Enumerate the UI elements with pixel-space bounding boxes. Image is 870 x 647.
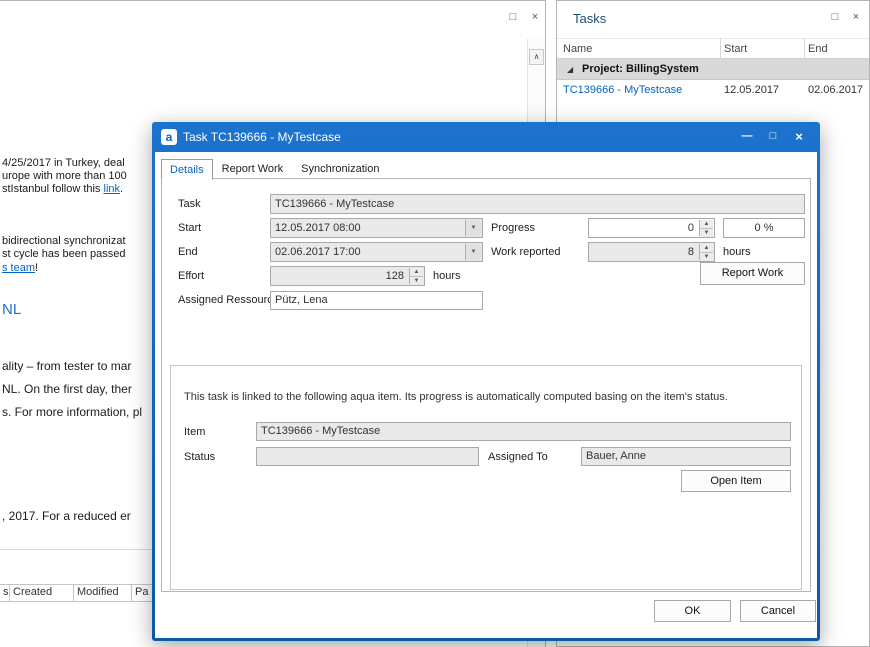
task-field[interactable]: TC139666 - MyTestcase <box>270 194 805 214</box>
task-label: Task <box>178 198 201 210</box>
column-header[interactable]: s <box>0 585 10 601</box>
item-value: TC139666 - MyTestcase <box>261 425 380 437</box>
assigned-to-label: Assigned To <box>488 451 548 463</box>
column-header-name[interactable]: Name <box>563 39 592 59</box>
assigned-to-field[interactable]: Bauer, Anne <box>581 447 791 466</box>
doc-text-line: urope with more than 100 <box>2 170 127 182</box>
effort-unit: hours <box>433 270 461 282</box>
doc-text-line: stIstanbul follow this link. <box>2 183 123 195</box>
doc-text-line: ality – from tester to mar <box>2 359 131 373</box>
assigned-resource-field[interactable]: Pütz, Lena <box>270 291 483 310</box>
linked-item-groupbox: This task is linked to the following aqu… <box>170 365 802 590</box>
status-field[interactable] <box>256 447 479 466</box>
report-work-button[interactable]: Report Work <box>700 262 805 285</box>
progress-stepper[interactable]: 0 ▲ ▼ <box>588 218 715 238</box>
progress-percent-box: 0 % <box>723 218 805 238</box>
doc-text-line: , 2017. For a reduced er <box>2 509 131 523</box>
group-expand-icon[interactable]: ◢ <box>567 59 573 80</box>
start-label: Start <box>178 222 201 234</box>
spin-down-icon[interactable]: ▼ <box>700 252 713 261</box>
spin-down-icon[interactable]: ▼ <box>700 228 713 237</box>
tab-report-work[interactable]: Report Work <box>213 158 293 179</box>
end-label: End <box>178 246 198 258</box>
column-header-start[interactable]: Start <box>724 39 747 59</box>
doc-heading: NL <box>2 301 21 318</box>
column-header-end[interactable]: End <box>808 39 828 59</box>
column-header[interactable]: Created <box>10 585 74 601</box>
work-reported-stepper[interactable]: 8 ▲ ▼ <box>588 242 715 262</box>
progress-percent-value: 0 % <box>755 222 774 234</box>
maximize-icon[interactable]: □ <box>827 9 843 25</box>
minimize-icon[interactable]: — <box>736 128 758 146</box>
tab-synchronization[interactable]: Synchronization <box>292 158 388 179</box>
task-start-date: 12.05.2017 <box>724 80 779 101</box>
dialog-body: Details Report Work Synchronization Task… <box>155 152 817 638</box>
progress-label: Progress <box>491 222 535 234</box>
start-date-value: 12.05.2017 08:00 <box>275 222 361 234</box>
doc-text: . <box>120 183 123 195</box>
hyperlink[interactable]: s team <box>2 262 35 274</box>
column-separator <box>804 38 805 59</box>
cancel-button[interactable]: Cancel <box>740 600 816 622</box>
item-field[interactable]: TC139666 - MyTestcase <box>256 422 791 441</box>
hyperlink[interactable]: link <box>104 183 121 195</box>
panel-title: Tasks <box>573 11 606 26</box>
end-date-value: 02.06.2017 17:00 <box>275 246 361 258</box>
doc-text: ! <box>35 262 38 274</box>
end-date-field[interactable]: 02.06.2017 17:00 ▼ <box>270 242 483 262</box>
item-label: Item <box>184 426 205 438</box>
maximize-icon[interactable]: □ <box>762 128 784 146</box>
group-row[interactable]: ◢ Project: BillingSystem <box>557 59 869 80</box>
task-value: TC139666 - MyTestcase <box>275 198 394 210</box>
app-icon: a <box>161 129 177 145</box>
doc-text-line: bidirectional synchronizat <box>2 235 126 247</box>
assigned-resource-label: Assigned Ressource <box>178 294 279 306</box>
task-end-date: 02.06.2017 <box>808 80 863 101</box>
spin-down-icon[interactable]: ▼ <box>410 276 423 285</box>
group-label: Project: BillingSystem <box>582 59 699 80</box>
scroll-up-icon[interactable]: ∧ <box>529 49 544 65</box>
dialog-title: Task TC139666 - MyTestcase <box>183 122 341 152</box>
assigned-resource-value: Pütz, Lena <box>275 294 328 306</box>
assigned-to-value: Bauer, Anne <box>586 450 646 462</box>
doc-text-line: s team! <box>2 262 38 274</box>
table-row[interactable]: TC139666 - MyTestcase 12.05.2017 02.06.2… <box>557 80 869 101</box>
spin-up-icon[interactable]: ▲ <box>700 244 713 252</box>
doc-text-line: NL. On the first day, ther <box>2 382 132 396</box>
status-label: Status <box>184 451 215 463</box>
tab-details[interactable]: Details <box>161 159 213 180</box>
start-date-field[interactable]: 12.05.2017 08:00 ▼ <box>270 218 483 238</box>
tab-bar: Details Report Work Synchronization <box>161 157 388 179</box>
column-header[interactable]: Modified <box>74 585 132 601</box>
close-icon[interactable]: × <box>848 9 864 25</box>
close-icon[interactable]: × <box>527 9 543 25</box>
doc-text-line: 4/25/2017 in Turkey, deal <box>2 157 125 169</box>
grid-header-row: Name Start End <box>557 38 869 59</box>
spin-up-icon[interactable]: ▲ <box>700 220 713 228</box>
effort-label: Effort <box>178 270 204 282</box>
work-reported-unit: hours <box>723 246 751 258</box>
doc-text-line: s. For more information, pl <box>2 405 142 419</box>
open-item-button[interactable]: Open Item <box>681 470 791 492</box>
doc-text-line: st cycle has been passed <box>2 248 126 260</box>
chevron-down-icon[interactable]: ▼ <box>465 220 481 236</box>
task-dialog: a Task TC139666 - MyTestcase — □ × Detai… <box>152 122 820 641</box>
chevron-down-icon[interactable]: ▼ <box>465 244 481 260</box>
effort-value: 128 <box>386 270 404 282</box>
linked-item-description: This task is linked to the following aqu… <box>184 391 784 403</box>
work-reported-label: Work reported <box>491 246 561 258</box>
progress-value: 0 <box>688 222 694 234</box>
maximize-icon[interactable]: □ <box>505 9 521 25</box>
ok-button[interactable]: OK <box>654 600 731 622</box>
spin-up-icon[interactable]: ▲ <box>410 268 423 276</box>
work-reported-value: 8 <box>688 246 694 258</box>
close-icon[interactable]: × <box>788 128 810 146</box>
spin-buttons: ▲ ▼ <box>699 244 713 260</box>
spin-buttons: ▲ ▼ <box>409 268 423 284</box>
spin-buttons: ▲ ▼ <box>699 220 713 236</box>
effort-stepper[interactable]: 128 ▲ ▼ <box>270 266 425 286</box>
doc-text: stIstanbul follow this <box>2 183 104 195</box>
column-separator <box>720 38 721 59</box>
task-link[interactable]: TC139666 - MyTestcase <box>563 80 682 101</box>
